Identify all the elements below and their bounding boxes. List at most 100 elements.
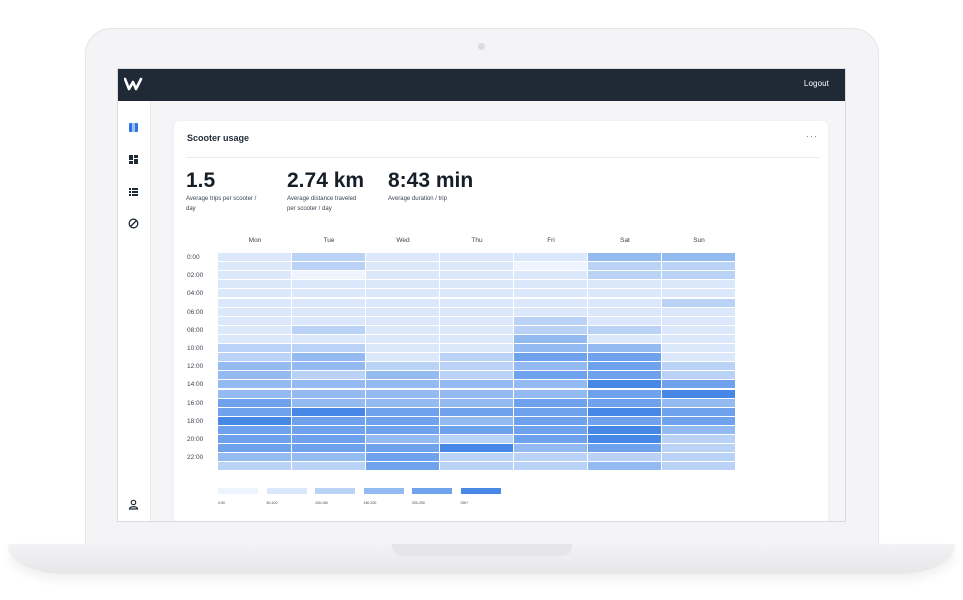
heatmap-cell[interactable] xyxy=(662,462,735,471)
heatmap-cell[interactable] xyxy=(662,389,735,398)
heatmap-cell[interactable] xyxy=(366,325,439,334)
heatmap-cell[interactable] xyxy=(588,444,661,453)
heatmap-cell[interactable] xyxy=(662,316,735,325)
heatmap-cell[interactable] xyxy=(292,416,365,425)
heatmap-cell[interactable] xyxy=(514,453,587,462)
heatmap-cell[interactable] xyxy=(662,398,735,407)
heatmap-cell[interactable] xyxy=(292,325,365,334)
heatmap-cell[interactable] xyxy=(292,344,365,353)
heatmap-cell[interactable] xyxy=(588,416,661,425)
heatmap-cell[interactable] xyxy=(366,316,439,325)
heatmap-cell[interactable] xyxy=(514,444,587,453)
heatmap-cell[interactable] xyxy=(588,407,661,416)
heatmap-cell[interactable] xyxy=(218,325,291,334)
heatmap-cell[interactable] xyxy=(588,334,661,343)
heatmap-cell[interactable] xyxy=(514,262,587,271)
block-icon[interactable] xyxy=(128,218,139,229)
list-icon[interactable] xyxy=(128,186,139,197)
heatmap-cell[interactable] xyxy=(588,298,661,307)
dashboard-icon[interactable] xyxy=(128,154,139,165)
heatmap-cell[interactable] xyxy=(292,425,365,434)
heatmap-cell[interactable] xyxy=(514,344,587,353)
heatmap-cell[interactable] xyxy=(514,398,587,407)
heatmap-cell[interactable] xyxy=(440,334,513,343)
heatmap-cell[interactable] xyxy=(662,435,735,444)
heatmap-cell[interactable] xyxy=(588,453,661,462)
heatmap-cell[interactable] xyxy=(588,389,661,398)
heatmap-cell[interactable] xyxy=(440,344,513,353)
heatmap-cell[interactable] xyxy=(218,289,291,298)
heatmap-cell[interactable] xyxy=(218,416,291,425)
heatmap-cell[interactable] xyxy=(440,380,513,389)
heatmap-cell[interactable] xyxy=(218,444,291,453)
heatmap-cell[interactable] xyxy=(662,444,735,453)
logout-button[interactable]: Logout xyxy=(804,79,829,88)
heatmap-cell[interactable] xyxy=(588,344,661,353)
heatmap-cell[interactable] xyxy=(588,398,661,407)
heatmap-cell[interactable] xyxy=(662,307,735,316)
heatmap-cell[interactable] xyxy=(218,262,291,271)
heatmap-cell[interactable] xyxy=(440,398,513,407)
heatmap-cell[interactable] xyxy=(662,416,735,425)
heatmap-cell[interactable] xyxy=(366,453,439,462)
heatmap-cell[interactable] xyxy=(662,253,735,262)
heatmap-cell[interactable] xyxy=(218,334,291,343)
heatmap-cell[interactable] xyxy=(662,407,735,416)
heatmap-cell[interactable] xyxy=(514,371,587,380)
heatmap-cell[interactable] xyxy=(514,425,587,434)
heatmap-cell[interactable] xyxy=(588,371,661,380)
heatmap-cell[interactable] xyxy=(588,380,661,389)
heatmap-cell[interactable] xyxy=(662,344,735,353)
heatmap-cell[interactable] xyxy=(514,380,587,389)
heatmap-cell[interactable] xyxy=(218,362,291,371)
heatmap-cell[interactable] xyxy=(514,334,587,343)
heatmap-cell[interactable] xyxy=(514,416,587,425)
heatmap-cell[interactable] xyxy=(292,289,365,298)
heatmap-cell[interactable] xyxy=(292,444,365,453)
heatmap-cell[interactable] xyxy=(366,298,439,307)
heatmap-cell[interactable] xyxy=(440,453,513,462)
heatmap-cell[interactable] xyxy=(440,435,513,444)
heatmap-cell[interactable] xyxy=(662,298,735,307)
heatmap-cell[interactable] xyxy=(588,271,661,280)
heatmap-cell[interactable] xyxy=(218,307,291,316)
heatmap-cell[interactable] xyxy=(588,435,661,444)
heatmap-cell[interactable] xyxy=(588,362,661,371)
more-options-button[interactable]: ··· xyxy=(806,131,818,141)
heatmap-cell[interactable] xyxy=(366,389,439,398)
heatmap-cell[interactable] xyxy=(514,435,587,444)
heatmap-cell[interactable] xyxy=(662,362,735,371)
heatmap-cell[interactable] xyxy=(292,253,365,262)
brand-logo[interactable] xyxy=(124,77,144,91)
heatmap-cell[interactable] xyxy=(588,353,661,362)
heatmap-cell[interactable] xyxy=(662,262,735,271)
heatmap-cell[interactable] xyxy=(218,425,291,434)
heatmap-cell[interactable] xyxy=(662,334,735,343)
heatmap-cell[interactable] xyxy=(218,462,291,471)
heatmap-cell[interactable] xyxy=(440,253,513,262)
heatmap-cell[interactable] xyxy=(440,289,513,298)
heatmap-cell[interactable] xyxy=(588,425,661,434)
heatmap-cell[interactable] xyxy=(588,462,661,471)
heatmap-cell[interactable] xyxy=(514,298,587,307)
heatmap-cell[interactable] xyxy=(292,462,365,471)
heatmap-cell[interactable] xyxy=(366,262,439,271)
heatmap-cell[interactable] xyxy=(218,316,291,325)
heatmap-cell[interactable] xyxy=(366,398,439,407)
heatmap-cell[interactable] xyxy=(588,289,661,298)
heatmap-cell[interactable] xyxy=(440,362,513,371)
heatmap-cell[interactable] xyxy=(292,407,365,416)
heatmap-cell[interactable] xyxy=(588,280,661,289)
heatmap-cell[interactable] xyxy=(662,425,735,434)
heatmap-cell[interactable] xyxy=(292,298,365,307)
heatmap-cell[interactable] xyxy=(292,380,365,389)
heatmap-cell[interactable] xyxy=(292,280,365,289)
heatmap-cell[interactable] xyxy=(218,453,291,462)
heatmap-cell[interactable] xyxy=(366,344,439,353)
heatmap-cell[interactable] xyxy=(366,407,439,416)
user-icon[interactable] xyxy=(128,499,139,510)
map-icon[interactable] xyxy=(128,122,139,133)
heatmap-cell[interactable] xyxy=(366,371,439,380)
heatmap-cell[interactable] xyxy=(366,362,439,371)
heatmap-cell[interactable] xyxy=(292,316,365,325)
